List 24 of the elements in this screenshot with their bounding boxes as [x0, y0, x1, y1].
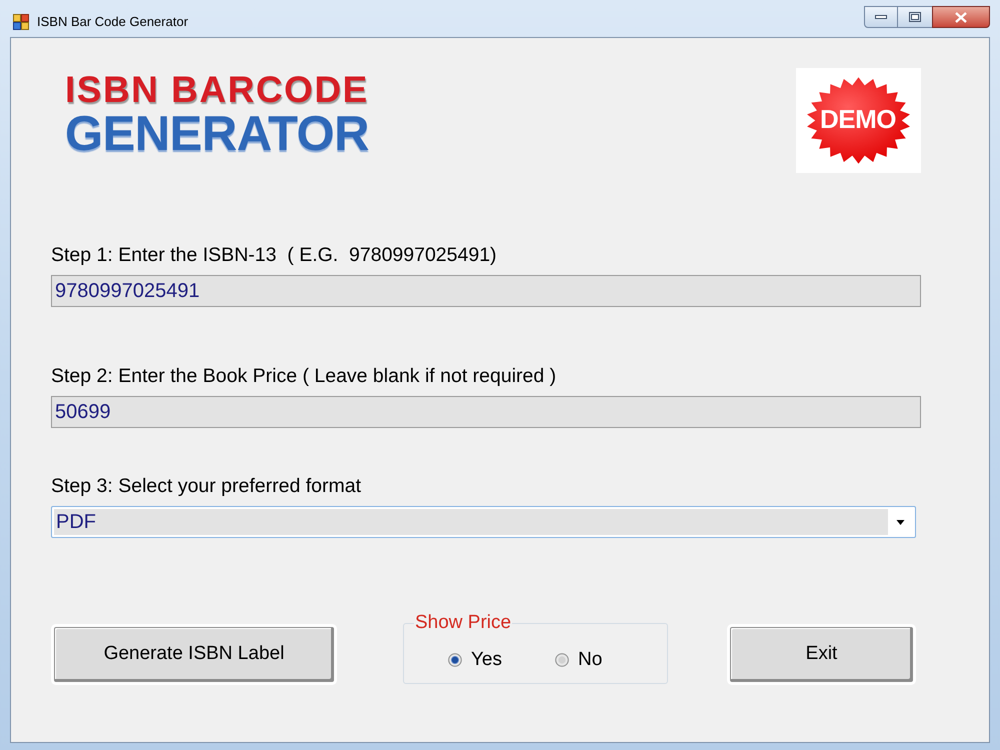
radio-option[interactable]: Yes [448, 649, 502, 671]
logo-text: GENERATOR [65, 110, 370, 158]
maximize-button[interactable] [898, 6, 932, 28]
minimize-button[interactable] [864, 6, 898, 28]
badge-text: DEMO [820, 104, 896, 134]
minimize-icon [875, 15, 887, 19]
caret-icon [896, 520, 905, 524]
logo-text: ISBN BARCODE [65, 70, 369, 110]
radio-option[interactable]: No [555, 649, 602, 671]
exit-button[interactable]: Exit [727, 624, 916, 685]
maximize-icon [909, 12, 921, 22]
close-button[interactable] [932, 6, 990, 28]
text-field[interactable]: 9780997025491 [51, 275, 921, 307]
text-field[interactable]: 50699 [51, 396, 921, 428]
close-icon [955, 12, 967, 22]
window-title: ISBN Bar Code Generator [37, 13, 188, 31]
generate-button[interactable]: Generate ISBN Label [51, 624, 337, 685]
app-icon [13, 14, 29, 30]
step-label: Step 3: Select your preferred format [51, 475, 362, 498]
step-label: Step 2: Enter the Book Price ( Leave blank if not required ) [51, 365, 558, 388]
step-label: Step 1: Enter the ISBN-13 ( E.G. 9780997025491) [51, 244, 498, 267]
format-dropdown[interactable]: PDF [51, 506, 916, 538]
starburst-icon [804, 75, 913, 166]
group-title: Show Price [414, 612, 512, 634]
